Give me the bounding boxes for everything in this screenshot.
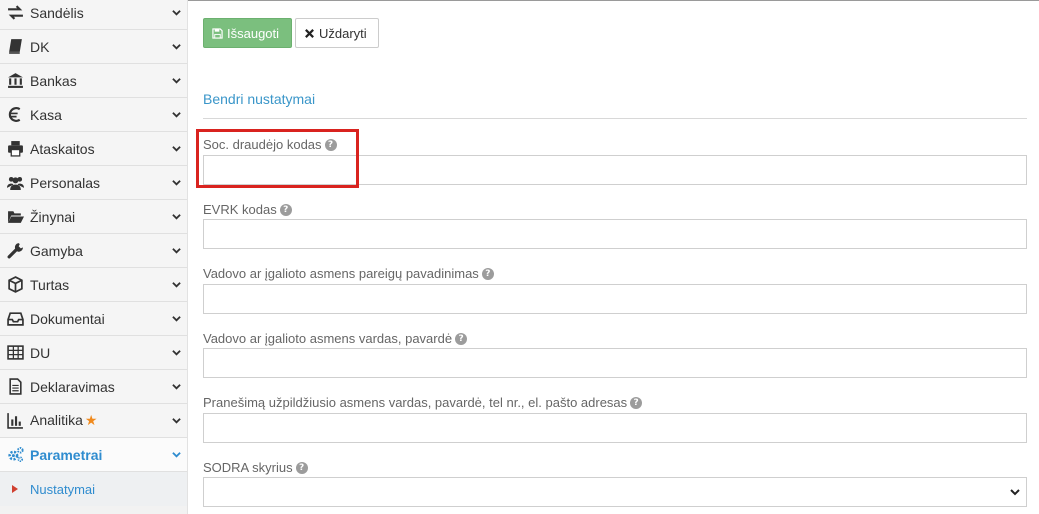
- cube-icon: [0, 268, 30, 302]
- cogs-icon: [0, 438, 30, 472]
- sidebar-item-deklaravimas[interactable]: Deklaravimas: [0, 370, 187, 404]
- section-divider: [203, 118, 1027, 119]
- sidebar-item-label: Personalas: [30, 174, 101, 191]
- sidebar-item-analitika[interactable]: Analitika ★: [0, 404, 187, 438]
- floppy-disk-icon: [212, 27, 223, 39]
- chevron-down-icon: [165, 98, 187, 132]
- vadovo-pareigos-input[interactable]: [203, 284, 1027, 314]
- sidebar-item-label: Kasa: [30, 106, 62, 123]
- sidebar-item-dokumentai[interactable]: Dokumentai: [0, 302, 187, 336]
- vadovo-vardas-input[interactable]: [203, 348, 1027, 378]
- field-label-sodra-skyrius: SODRA skyrius?: [203, 460, 308, 475]
- field-label-text: EVRK kodas: [203, 202, 277, 217]
- bar-chart-icon: [0, 404, 30, 438]
- sidebar-item-label: Parametrai: [30, 446, 103, 463]
- field-label-soc-draudejo-kodas: Soc. draudėjo kodas?: [203, 137, 337, 152]
- field-label-text: Pranešimą užpildžiusio asmens vardas, pa…: [203, 395, 628, 410]
- field-label-vadovo-vardas: Vadovo ar įgalioto asmens vardas, pavard…: [203, 331, 468, 346]
- chevron-down-icon: [165, 370, 187, 404]
- sidebar-item-gamyba[interactable]: Gamyba: [0, 234, 187, 268]
- save-button[interactable]: Išsaugoti: [203, 18, 292, 48]
- field-label-text: Vadovo ar įgalioto asmens pareigų pavadi…: [203, 266, 479, 281]
- sodra-skyrius-select[interactable]: [203, 477, 1027, 507]
- close-button[interactable]: Uždaryti: [295, 18, 379, 48]
- chevron-down-icon: [165, 30, 187, 64]
- book-icon: [0, 30, 30, 64]
- field-label-vadovo-pareigos: Vadovo ar įgalioto asmens pareigų pavadi…: [203, 266, 494, 281]
- field-label-evrk-kodas: EVRK kodas?: [203, 202, 292, 217]
- field-label-pranesima-uzpildziusio: Pranešimą užpildžiusio asmens vardas, pa…: [203, 395, 643, 410]
- sidebar-item-label: Bankas: [30, 72, 77, 89]
- help-icon[interactable]: ?: [324, 138, 337, 151]
- chevron-down-icon: [165, 0, 187, 30]
- help-icon[interactable]: ?: [279, 203, 292, 216]
- star-icon: ★: [84, 412, 98, 428]
- soc-draudejo-kodas-input[interactable]: [203, 155, 1027, 185]
- section-title: Bendri nustatymai: [203, 91, 316, 107]
- folder-open-icon: [0, 200, 30, 234]
- sidebar-item-zinynai[interactable]: Žinynai: [0, 200, 187, 234]
- sidebar-subitem-nustatymai[interactable]: Nustatymai: [0, 472, 187, 506]
- sidebar-item-bankas[interactable]: Bankas: [0, 64, 187, 98]
- inbox-icon: [0, 302, 30, 336]
- chevron-down-icon: [165, 336, 187, 370]
- sidebar-item-sandelis[interactable]: Sandėlis: [0, 0, 187, 30]
- sidebar-item-kasa[interactable]: Kasa: [0, 98, 187, 132]
- close-icon: [305, 28, 314, 38]
- printer-icon: [0, 132, 30, 166]
- chevron-down-icon: [165, 438, 187, 472]
- sidebar-subitem-label: Nustatymai: [30, 481, 96, 497]
- sidebar-item-personalas[interactable]: Personalas: [0, 166, 187, 200]
- help-icon[interactable]: ?: [481, 267, 494, 280]
- sidebar-item-label: Deklaravimas: [30, 378, 115, 395]
- sidebar-item-ataskaitos[interactable]: Ataskaitos: [0, 132, 187, 166]
- save-button-label: Išsaugoti: [227, 25, 280, 41]
- chevron-down-icon: [165, 200, 187, 234]
- sidebar-item-label: DK: [30, 38, 50, 55]
- chevron-down-icon: [165, 64, 187, 98]
- sidebar-item-du[interactable]: DU: [0, 336, 187, 370]
- sidebar-item-label: Gamyba: [30, 242, 83, 259]
- chevron-down-icon: [1010, 489, 1020, 496]
- wrench-icon: [0, 234, 30, 268]
- exchange-icon: [0, 0, 30, 30]
- caret-right-icon: [0, 485, 30, 493]
- sidebar: Sandėlis DK Bankas Kasa Ataskaitos Perso…: [0, 0, 188, 514]
- sidebar-item-parametrai[interactable]: Parametrai: [0, 438, 187, 472]
- document-icon: [0, 370, 30, 404]
- sidebar-item-label: DU: [30, 344, 51, 361]
- sidebar-item-label: Analitika ★: [30, 412, 165, 429]
- evrk-kodas-input[interactable]: [203, 219, 1027, 249]
- sidebar-item-turtas[interactable]: Turtas: [0, 268, 187, 302]
- sidebar-item-label: Ataskaitos: [30, 140, 95, 157]
- close-button-label: Uždaryti: [319, 25, 367, 41]
- sidebar-item-label: Žinynai: [30, 208, 76, 225]
- chevron-down-icon: [165, 132, 187, 166]
- sidebar-item-label: Turtas: [30, 276, 70, 293]
- sidebar-item-label-text: Analitika: [30, 412, 83, 428]
- users-icon: [0, 166, 30, 200]
- chevron-down-icon: [165, 234, 187, 268]
- field-label-text: SODRA skyrius: [203, 460, 293, 475]
- chevron-down-icon: [165, 404, 187, 438]
- chevron-down-icon: [165, 166, 187, 200]
- pranesima-uzpildziusio-input[interactable]: [203, 413, 1027, 443]
- field-label-text: Vadovo ar įgalioto asmens vardas, pavard…: [203, 331, 453, 346]
- chevron-down-icon: [165, 268, 187, 302]
- sidebar-item-dk[interactable]: DK: [0, 30, 187, 64]
- help-icon[interactable]: ?: [630, 396, 643, 409]
- chevron-down-icon: [165, 302, 187, 336]
- bank-icon: [0, 64, 30, 98]
- field-label-text: Soc. draudėjo kodas: [203, 137, 322, 152]
- table-icon: [0, 336, 30, 370]
- sidebar-item-label: Sandėlis: [30, 4, 84, 21]
- sidebar-item-label: Dokumentai: [30, 310, 105, 327]
- help-icon[interactable]: ?: [295, 461, 308, 474]
- help-icon[interactable]: ?: [455, 332, 468, 345]
- euro-icon: [0, 98, 30, 132]
